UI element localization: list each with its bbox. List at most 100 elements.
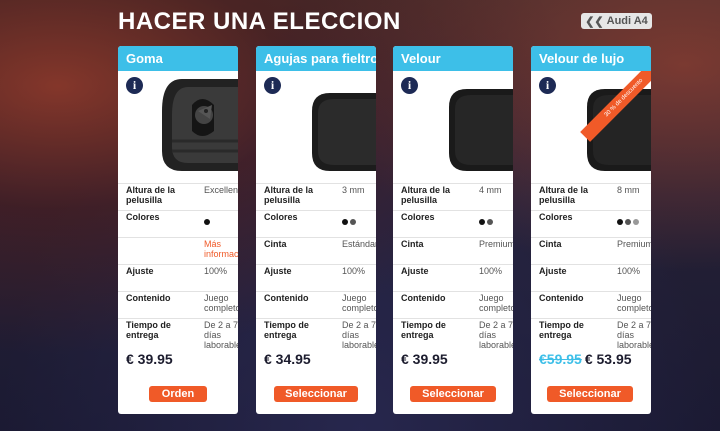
color-swatches: [617, 219, 639, 225]
color-swatches: [204, 219, 210, 225]
row-contenido: Contenido Juego completo: [118, 291, 238, 318]
row-label: Colores: [126, 212, 160, 222]
row-colores: Colores: [256, 210, 376, 237]
row-contenido: Contenido Juego completo: [256, 291, 376, 318]
info-icon[interactable]: i: [401, 77, 418, 94]
row-label: Cinta: [401, 239, 424, 249]
row-entrega: Tiempo de entrega De 2 a 7 días laborabl…: [256, 318, 376, 350]
row-value: 3 mm: [342, 185, 365, 195]
row-label: Colores: [539, 212, 573, 222]
color-swatch-light-grey[interactable]: [633, 219, 639, 225]
product-card-velour-de-lujo: Velour de lujo i 30 % de descuento Altur…: [531, 46, 651, 414]
double-chevron-left-icon: ❮❮: [585, 15, 604, 28]
row-value: 100%: [479, 266, 503, 276]
product-image: i: [118, 71, 238, 183]
row-label: Contenido: [126, 293, 171, 303]
row-ajuste: Ajuste 100%: [393, 264, 513, 291]
color-swatch-black[interactable]: [204, 219, 210, 225]
row-label: Colores: [264, 212, 298, 222]
row-label: Tiempo de entrega: [264, 320, 309, 340]
product-card-velour: Velour i Altura de la pelusilla 4 mm Col…: [393, 46, 513, 414]
row-altura: Altura de la pelusilla 4 mm: [393, 183, 513, 210]
row-cinta: Cinta Premium: [531, 237, 651, 264]
row-label: Cinta: [264, 239, 287, 249]
row-value: 100%: [342, 266, 366, 276]
select-button[interactable]: Seleccionar: [410, 386, 496, 402]
row-contenido: Contenido Juego completo: [393, 291, 513, 318]
row-value: De 2 a 7 días laborables: [204, 320, 238, 350]
row-colores: Colores: [118, 210, 238, 237]
row-label: Altura de la pelusilla: [401, 185, 451, 205]
row-value: De 2 a 7 días laborables: [479, 320, 513, 350]
info-icon[interactable]: i: [126, 77, 143, 94]
rubber-mat-image: [152, 71, 238, 183]
color-swatch-black[interactable]: [342, 219, 348, 225]
select-button[interactable]: Seleccionar: [274, 386, 358, 402]
price-current: € 34.95: [264, 351, 311, 367]
page-title: HACER UNA ELECCION: [118, 8, 401, 35]
product-image: i: [393, 71, 513, 183]
select-button[interactable]: Seleccionar: [547, 386, 633, 402]
row-label: Altura de la pelusilla: [264, 185, 314, 205]
row-value: Premium: [617, 239, 651, 249]
price-current: € 39.95: [401, 351, 448, 367]
color-swatch-grey[interactable]: [625, 219, 631, 225]
row-value: 8 mm: [617, 185, 640, 195]
price: € 39.95: [401, 351, 448, 367]
row-label: Contenido: [264, 293, 309, 303]
row-altura: Altura de la pelusilla Excellent: [118, 183, 238, 210]
row-value: Excellent: [204, 185, 238, 195]
info-icon[interactable]: i: [264, 77, 281, 94]
color-swatches: [479, 219, 493, 225]
more-info-link[interactable]: Más información: [204, 239, 238, 259]
back-to-vehicle-button[interactable]: ❮❮ Audi A4: [581, 13, 652, 29]
row-label: Colores: [401, 212, 435, 222]
back-button-label: Audi A4: [606, 15, 648, 27]
price: € 34.95: [264, 351, 311, 367]
row-label: Ajuste: [401, 266, 429, 276]
row-value: Juego completo: [617, 293, 651, 313]
color-swatch-black[interactable]: [617, 219, 623, 225]
row-ajuste: Ajuste 100%: [256, 264, 376, 291]
row-value: De 2 a 7 días laborables: [342, 320, 376, 350]
row-value: Juego completo: [204, 293, 238, 313]
row-value: Juego completo: [479, 293, 513, 313]
row-value: 100%: [617, 266, 641, 276]
row-value: Premium: [479, 239, 513, 249]
row-cinta: Más información: [118, 237, 238, 264]
info-icon[interactable]: i: [539, 77, 556, 94]
row-label: Ajuste: [264, 266, 292, 276]
row-value: 100%: [204, 266, 228, 276]
row-ajuste: Ajuste 100%: [531, 264, 651, 291]
row-altura: Altura de la pelusilla 3 mm: [256, 183, 376, 210]
product-card-agujas: Agujas para fieltro i Altura de la pelus…: [256, 46, 376, 414]
price: €59.95 € 53.95: [539, 351, 632, 367]
price-current: € 53.95: [584, 351, 632, 367]
row-cinta: Cinta Estándar: [256, 237, 376, 264]
felt-mat-image: [290, 71, 376, 183]
product-image: i 30 % de descuento: [531, 71, 651, 183]
order-button[interactable]: Orden: [149, 386, 207, 402]
row-colores: Colores: [393, 210, 513, 237]
row-label: Tiempo de entrega: [126, 320, 171, 340]
color-swatch-black[interactable]: [479, 219, 485, 225]
row-value: De 2 a 7 días laborables: [617, 320, 651, 350]
row-label: Tiempo de entrega: [539, 320, 584, 340]
row-value: Juego completo: [342, 293, 376, 313]
color-swatch-grey[interactable]: [487, 219, 493, 225]
row-label: Contenido: [539, 293, 584, 303]
row-value: 4 mm: [479, 185, 502, 195]
card-title: Velour: [393, 46, 513, 71]
color-swatch-grey[interactable]: [350, 219, 356, 225]
price-current: € 39.95: [126, 351, 173, 367]
price-old: €59.95: [539, 351, 582, 367]
product-image: i: [256, 71, 376, 183]
color-swatches: [342, 219, 356, 225]
row-label: Ajuste: [126, 266, 154, 276]
row-entrega: Tiempo de entrega De 2 a 7 días laborabl…: [118, 318, 238, 350]
row-colores: Colores: [531, 210, 651, 237]
velour-mat-image: [427, 71, 513, 183]
row-label: Tiempo de entrega: [401, 320, 446, 340]
row-contenido: Contenido Juego completo: [531, 291, 651, 318]
card-title: Velour de lujo: [531, 46, 651, 71]
